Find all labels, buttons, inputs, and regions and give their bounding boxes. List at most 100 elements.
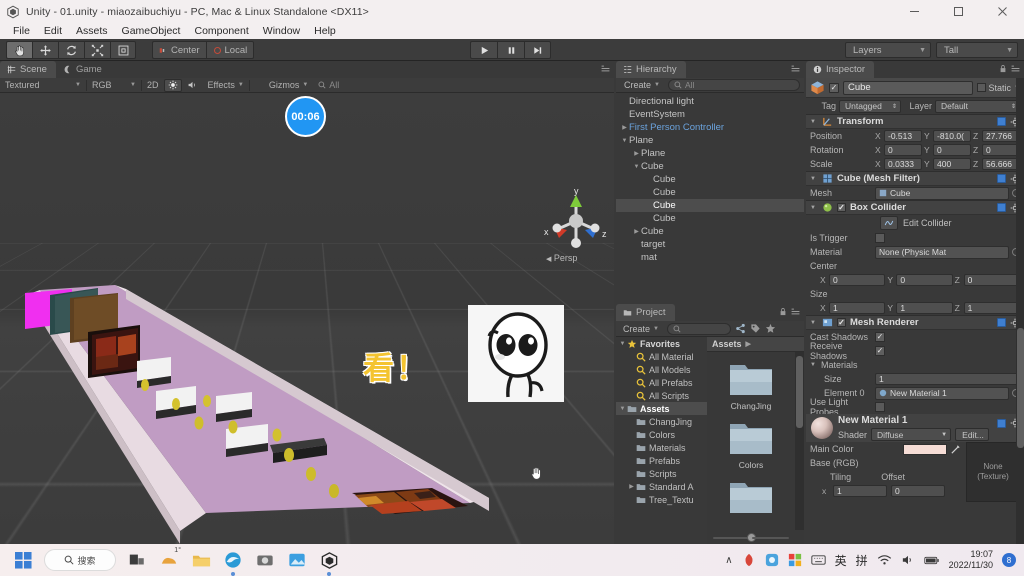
chevron-down-icon[interactable]: ▼ [632,164,641,170]
scene-search-field[interactable]: All [313,79,614,92]
scrollbar-thumb[interactable] [1017,328,1024,448]
scale-z-field[interactable]: 56.666 [982,158,1020,170]
materials-foldout-row[interactable]: ▼ Materials [806,358,1024,372]
layers-dropdown[interactable]: Layers ▼ [845,42,931,58]
center-z-field[interactable]: 0 [964,274,1020,286]
menu-item-file[interactable]: File [6,25,37,37]
file-explorer-icon[interactable] [190,549,212,571]
object-enabled-checkbox[interactable]: ✓ [829,83,839,93]
materials-size-field[interactable]: 1 [875,373,1020,385]
rect-tool-button[interactable] [110,41,136,59]
battery-icon[interactable] [924,555,940,566]
pause-button[interactable] [497,41,524,59]
chevron-down-icon[interactable]: ▼ [810,176,818,182]
scene-lighting-toggle[interactable] [164,79,182,92]
label-icon[interactable] [750,323,761,334]
edit-collider-button[interactable] [880,216,898,230]
scene-projection-label[interactable]: ◀ Persp [546,253,577,263]
mesh-renderer-enabled-checkbox[interactable]: ✓ [837,318,846,327]
hierarchy-item[interactable]: mat [616,251,804,264]
share-icon[interactable] [735,323,746,334]
chevron-down-icon[interactable]: ▼ [810,320,818,326]
breadcrumb[interactable]: Assets ▶ [707,337,804,352]
material-header[interactable]: New Material 1 Shader Diffuse ▼ Edit... [806,414,1024,442]
inspector-vertical-scrollbar[interactable] [1016,78,1024,544]
cast-shadows-checkbox[interactable]: ✓ [875,332,885,342]
hierarchy-item[interactable]: EventSystem [616,108,804,121]
shader-edit-button[interactable]: Edit... [955,428,989,441]
task-view-icon[interactable] [126,549,148,571]
project-panel-header-icons[interactable] [779,307,801,316]
play-button[interactable] [470,41,497,59]
tab-inspector[interactable]: Inspector [806,61,874,78]
object-name-field[interactable]: Cube [843,81,973,95]
rotate-tool-button[interactable] [58,41,84,59]
asset-item[interactable] [707,470,795,519]
menu-item-component[interactable]: Component [187,25,255,37]
chevron-down-icon[interactable]: ▼ [618,406,627,412]
show-hidden-icons-chevron[interactable]: ∧ [725,555,732,566]
photos-icon[interactable] [286,549,308,571]
chevron-down-icon[interactable]: ▼ [618,341,627,347]
rotation-x-field[interactable]: 0 [884,144,922,156]
hierarchy-item[interactable]: Cube [616,212,804,225]
asset-item[interactable]: Colors [707,411,795,470]
hierarchy-item[interactable]: Cube [616,186,804,199]
size-x-field[interactable]: 1 [829,302,885,314]
step-button[interactable] [524,41,551,59]
gizmos-dropdown[interactable]: Gizmos ▼ [264,79,313,92]
asset-grid[interactable]: ChangJing Colors [707,352,795,530]
menu-item-gameobject[interactable]: GameObject [115,25,188,37]
hierarchy-item[interactable]: Directional light [616,95,804,108]
move-tool-button[interactable] [32,41,58,59]
project-search-input[interactable] [667,323,731,335]
hierarchy-search-input[interactable]: All [668,79,800,91]
texture-slot[interactable]: None (Texture) [966,442,1020,502]
asset-size-slider[interactable] [707,531,795,544]
favorite-star-icon[interactable] [765,323,776,334]
taskbar-clock[interactable]: 19:07 2022/11/30 [949,549,993,572]
windows-start-icon[interactable] [12,549,34,571]
project-vertical-scrollbar[interactable] [795,352,804,530]
component-help-icon[interactable] [997,203,1006,212]
project-tree-item[interactable]: Materials [616,441,707,454]
scene-viewport[interactable]: 看！ y x z ◀ Persp [0,93,614,544]
hierarchy-item[interactable]: target [616,238,804,251]
tab-scene[interactable]: Scene [0,61,56,78]
menu-item-window[interactable]: Window [256,25,307,37]
speaker-icon[interactable] [901,554,915,566]
chevron-right-icon[interactable]: ▶ [620,124,629,131]
tag-dropdown[interactable]: Untagged ⇕ [839,100,901,113]
hierarchy-item[interactable]: ▶ Cube [616,225,804,238]
eyedropper-icon[interactable] [950,444,961,455]
hierarchy-panel-menu[interactable] [790,64,801,73]
chevron-down-icon[interactable]: ▼ [810,119,818,125]
box-collider-enabled-checkbox[interactable]: ✓ [837,203,846,212]
project-tree-item[interactable]: All Models [616,363,707,376]
tab-game[interactable]: Game [56,61,111,78]
center-x-field[interactable]: 0 [829,274,885,286]
hierarchy-item[interactable]: ▼ Cube [616,160,804,173]
maximize-button[interactable] [936,0,980,23]
scrollbar-thumb[interactable] [796,356,803,428]
hierarchy-item[interactable]: ▶ Plane [616,147,804,160]
static-checkbox[interactable] [977,83,986,92]
effects-dropdown[interactable]: Effects ▼ [203,79,249,92]
pivot-mode-button[interactable]: Center [152,41,206,59]
size-z-field[interactable]: 1 [964,302,1020,314]
project-tree-item[interactable]: ▼ Assets [616,402,707,415]
component-header-mesh-filter[interactable]: ▼ Cube (Mesh Filter) [806,171,1024,186]
camera-icon[interactable] [254,549,276,571]
material-help-icon[interactable] [997,419,1006,428]
scale-tool-button[interactable] [84,41,110,59]
taskbar-search-button[interactable]: 搜索 [44,549,116,571]
chevron-down-icon[interactable]: ▼ [810,205,818,211]
component-header-box-collider[interactable]: ▼ ✓ Box Collider [806,200,1024,215]
hierarchy-item[interactable]: ▼ Plane [616,134,804,147]
scene-orientation-gizmo[interactable]: y x z [540,181,612,259]
pivot-rotation-button[interactable]: Local [206,41,255,59]
chevron-right-icon[interactable]: ▶ [632,228,641,235]
minimize-button[interactable] [892,0,936,23]
wifi-icon[interactable] [877,554,892,566]
tab-hierarchy[interactable]: Hierarchy [616,61,686,78]
